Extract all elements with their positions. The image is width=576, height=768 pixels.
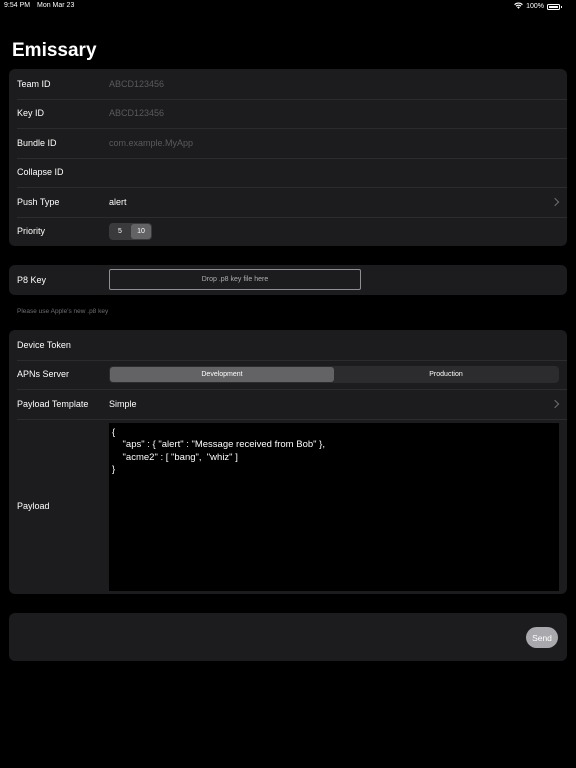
send-button[interactable]: Send: [526, 627, 558, 648]
key-id-field[interactable]: [109, 106, 547, 121]
collapse-id-row: Collapse ID: [9, 157, 567, 188]
bundle-id-row: Bundle ID: [9, 128, 567, 158]
payload-label: Payload: [17, 500, 50, 511]
team-id-row: Team ID: [9, 69, 567, 99]
config-group: Team ID Key ID Bundle ID Collapse ID Pus…: [9, 69, 567, 246]
payload-template-value: Simple: [109, 398, 137, 409]
device-token-field[interactable]: [109, 337, 547, 352]
bundle-id-label: Bundle ID: [17, 137, 57, 148]
message-group: Device Token APNs Server Development Pro…: [9, 330, 567, 594]
payload-editor[interactable]: { "aps" : { "alert" : "Message received …: [109, 422, 559, 591]
p8-key-label: P8 Key: [17, 274, 47, 285]
p8-key-drop-zone[interactable]: Drop .p8 key file here: [109, 269, 361, 290]
apns-server-label: APNs Server: [17, 369, 70, 380]
bundle-id-field[interactable]: [109, 135, 547, 150]
p8-key-group: P8 Key Drop .p8 key file here: [9, 265, 567, 295]
payload-template-row[interactable]: Payload Template Simple: [9, 389, 567, 419]
status-date: Mon Mar 23: [37, 2, 75, 9]
wifi-icon: [514, 2, 523, 11]
send-group: Send: [9, 613, 567, 661]
priority-selector: 5 10: [109, 222, 152, 240]
team-id-field[interactable]: [109, 76, 547, 91]
payload-row: Payload { "aps" : { "alert" : "Message r…: [9, 418, 567, 594]
apns-development-segment[interactable]: Development: [110, 366, 334, 382]
priority-option-5[interactable]: 5: [110, 224, 130, 239]
apns-server-row: APNs Server Development Production: [9, 359, 567, 390]
apns-production-segment[interactable]: Production: [334, 367, 558, 382]
app-title: Emissary: [12, 40, 97, 61]
battery-icon: [547, 3, 562, 10]
device-token-row: Device Token: [9, 330, 567, 360]
push-type-label: Push Type: [17, 196, 60, 207]
team-id-label: Team ID: [17, 78, 51, 89]
push-type-value: alert: [109, 196, 127, 207]
battery-percent: 100%: [526, 3, 544, 10]
chevron-right-icon: [550, 197, 560, 206]
apns-server-selector: Development Production: [109, 365, 559, 383]
priority-option-10[interactable]: 10: [131, 223, 151, 239]
collapse-id-label: Collapse ID: [17, 167, 64, 178]
p8-key-footnote: Please use Apple's new .p8 key: [17, 308, 109, 315]
status-indicators: 100%: [514, 2, 562, 11]
priority-label: Priority: [17, 226, 46, 237]
device-token-label: Device Token: [17, 339, 71, 350]
priority-row: Priority 5 10: [9, 216, 567, 247]
collapse-id-field[interactable]: [109, 165, 547, 180]
chevron-right-icon: [550, 399, 560, 408]
key-id-row: Key ID: [9, 98, 567, 129]
key-id-label: Key ID: [17, 108, 45, 119]
status-time: 9:54 PM: [4, 2, 31, 9]
payload-template-label: Payload Template: [17, 398, 89, 409]
p8-key-row: P8 Key Drop .p8 key file here: [9, 265, 567, 295]
push-type-row[interactable]: Push Type alert: [9, 187, 567, 217]
status-bar: 9:54 PM Mon Mar 23 100%: [0, 0, 576, 12]
